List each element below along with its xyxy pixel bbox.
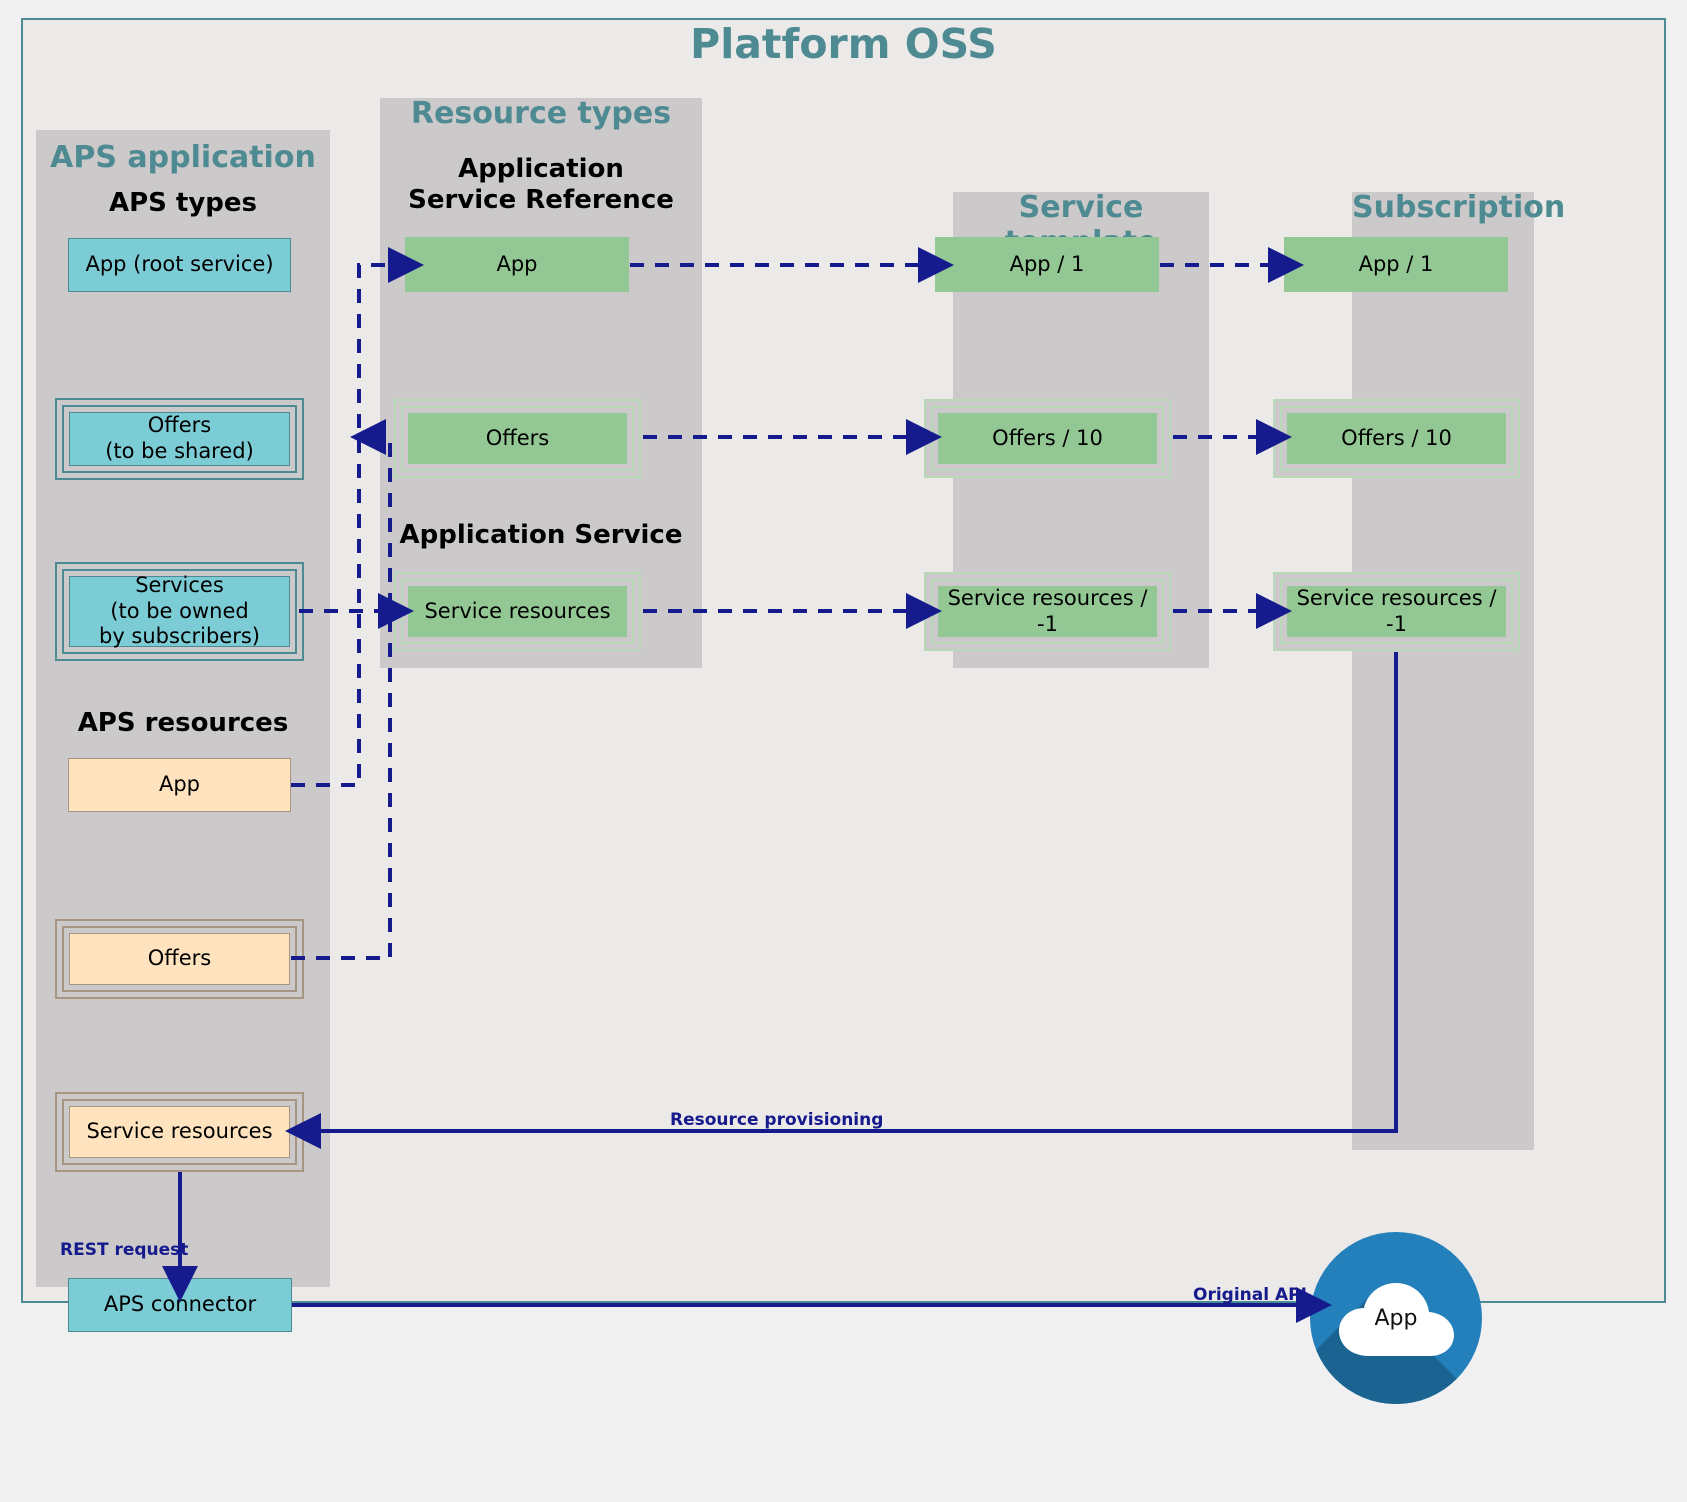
node-sub-service-resources-label: Service resources / -1: [1296, 585, 1497, 636]
panel-aps-application-title: APS application: [50, 140, 316, 175]
cloud-app-icon[interactable]: App: [1310, 1232, 1482, 1404]
panel-resource-types-title: Resource types: [410, 96, 672, 131]
node-aps-type-app[interactable]: App (root service): [68, 238, 291, 292]
node-aps-resource-app-label: App: [158, 772, 201, 797]
node-aps-type-app-label: App (root service): [85, 252, 274, 277]
node-aps-connector[interactable]: APS connector: [68, 1278, 292, 1332]
label-rest-request: REST request: [60, 1240, 189, 1260]
node-aps-type-services-label-3: by subscribers): [99, 624, 260, 649]
node-st-app[interactable]: App / 1: [935, 237, 1159, 292]
node-rt-service-resources-label: Service resources: [424, 598, 611, 623]
node-aps-connector-label: APS connector: [103, 1292, 257, 1317]
label-resource-provisioning: Resource provisioning: [670, 1110, 884, 1130]
node-rt-offers-label: Offers: [485, 425, 550, 450]
node-sub-offers[interactable]: Offers / 10: [1273, 399, 1520, 478]
node-rt-offers[interactable]: Offers: [394, 399, 641, 478]
node-aps-type-services-label-2: (to be owned: [110, 598, 249, 623]
heading-aps-resources: APS resources: [77, 708, 289, 738]
diagram-canvas: Platform OSS APS application APS types A…: [0, 0, 1687, 1502]
node-aps-type-offers-label-2: (to be shared): [105, 439, 254, 463]
heading-application-service-reference: Application Service Reference: [380, 154, 702, 215]
node-rt-app[interactable]: App: [405, 237, 629, 292]
heading-asr-line2: Service Reference: [408, 184, 674, 215]
node-sub-service-resources[interactable]: Service resources / -1: [1273, 572, 1520, 651]
node-aps-type-offers-label-1: Offers: [147, 413, 212, 438]
node-rt-service-resources[interactable]: Service resources: [394, 572, 641, 651]
label-original-api: Original API: [1193, 1285, 1307, 1305]
panel-subscription-title: Subscription: [1352, 190, 1566, 225]
heading-application-service: Application Service: [399, 520, 683, 550]
page-title: Platform OSS: [690, 20, 997, 68]
node-st-app-label: App / 1: [1009, 251, 1085, 276]
node-aps-resource-service-resources[interactable]: Service resources: [55, 1092, 304, 1172]
node-aps-type-services-label-1: Services: [135, 573, 224, 598]
node-aps-resource-app[interactable]: App: [68, 758, 291, 812]
node-aps-type-offers[interactable]: Offers (to be shared): [55, 398, 304, 480]
node-aps-resource-offers-label: Offers: [147, 946, 212, 971]
heading-asr-line1: Application: [458, 154, 624, 184]
node-sub-offers-label: Offers / 10: [1341, 425, 1452, 450]
node-st-offers-label: Offers / 10: [992, 425, 1103, 450]
heading-aps-types: APS types: [108, 188, 258, 218]
node-st-offers[interactable]: Offers / 10: [924, 399, 1171, 478]
panel-subscription: Subscription: [1352, 190, 1566, 1150]
node-aps-resource-service-resources-label: Service resources: [86, 1119, 273, 1144]
node-sub-app-label: App / 1: [1358, 251, 1434, 276]
node-st-service-resources-label: Service resources / -1: [947, 585, 1148, 636]
node-aps-resource-offers[interactable]: Offers: [55, 919, 304, 999]
node-rt-app-label: App: [496, 251, 538, 276]
cloud-app-label: App: [1374, 1305, 1418, 1331]
node-aps-type-services[interactable]: Services (to be owned by subscribers): [55, 562, 304, 661]
node-st-service-resources[interactable]: Service resources / -1: [924, 572, 1171, 651]
node-sub-app[interactable]: App / 1: [1284, 237, 1508, 292]
